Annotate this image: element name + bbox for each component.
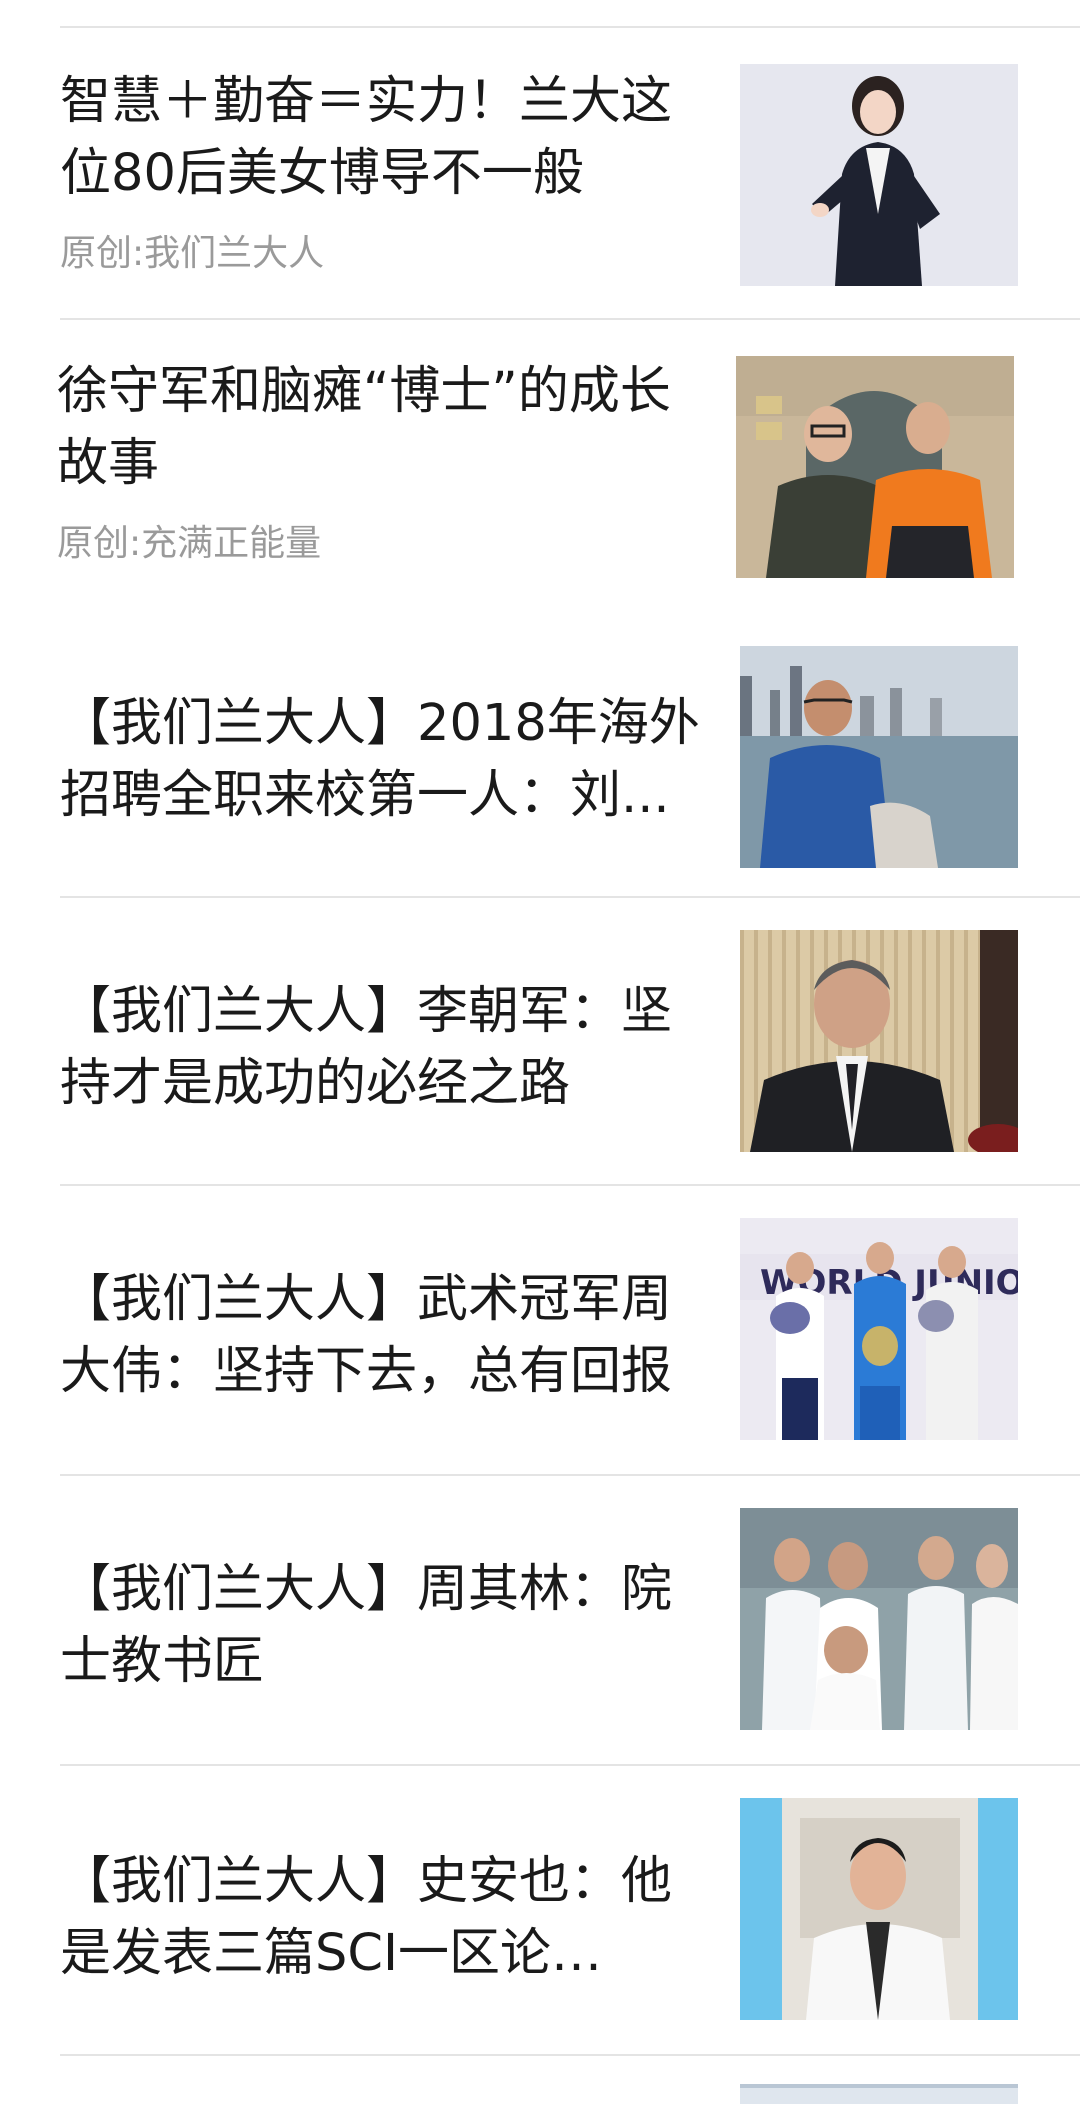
article-title: 徐守军和脑瘫“博士”的成长故事 [57, 362, 671, 493]
list-item[interactable]: 徐守军和脑瘫“博士”的成长故事 原创:充满正能量 [0, 320, 1080, 610]
list-item[interactable]: 【我们兰大人】史安也：他是发表三篇SCI一区论文、... [0, 1766, 1080, 2054]
article-title: 【我们兰大人】周其林：院士教书匠 [60, 1560, 673, 1691]
article-thumbnail [740, 2084, 1018, 2104]
article-title: 智慧＋勤奋＝实力！兰大这位80后美女博导不一般 [60, 72, 673, 203]
article-thumbnail: WORLD JUNIOR [740, 1218, 1018, 1440]
list-item[interactable]: 智慧＋勤奋＝实力！兰大这位80后美女博导不一般 原创:我们兰大人 [0, 28, 1080, 318]
list-item[interactable]: 【我们兰大人】李朝军：坚持才是成功的必经之路 [0, 898, 1080, 1184]
article-source: 原创:我们兰大人 [60, 233, 325, 274]
divider [60, 2054, 1080, 2056]
article-source: 原创:充满正能量 [57, 523, 322, 564]
article-feed: 智慧＋勤奋＝实力！兰大这位80后美女博导不一般 原创:我们兰大人 徐守军和脑瘫“… [0, 0, 1080, 2104]
article-thumbnail [740, 930, 1018, 1152]
article-title: 【我们兰大人】李朝军：坚持才是成功的必经之路 [60, 982, 673, 1113]
article-title: 【我们兰大人】史安也：他是发表三篇SCI一区论文、... [60, 1852, 673, 1983]
list-item[interactable]: 【我们兰大人】周其林：院士教书匠 [0, 1476, 1080, 1764]
article-thumbnail [736, 356, 1014, 578]
article-title: 【我们兰大人】武术冠军周大伟：坚持下去，总有回报 [60, 1270, 673, 1401]
list-item[interactable]: 【我们兰大人】2018年海外招聘全职来校第一人：刘... [0, 610, 1080, 896]
article-title: 【我们兰大人】2018年海外招聘全职来校第一人：刘... [60, 694, 700, 825]
article-thumbnail [740, 1798, 1018, 2020]
list-item[interactable]: 【我们兰大人】武术冠军周大伟：坚持下去，总有回报 WORLD JUNIOR [0, 1186, 1080, 1474]
article-thumbnail [740, 64, 1018, 286]
article-thumbnail [740, 646, 1018, 868]
article-thumbnail [740, 1508, 1018, 1730]
